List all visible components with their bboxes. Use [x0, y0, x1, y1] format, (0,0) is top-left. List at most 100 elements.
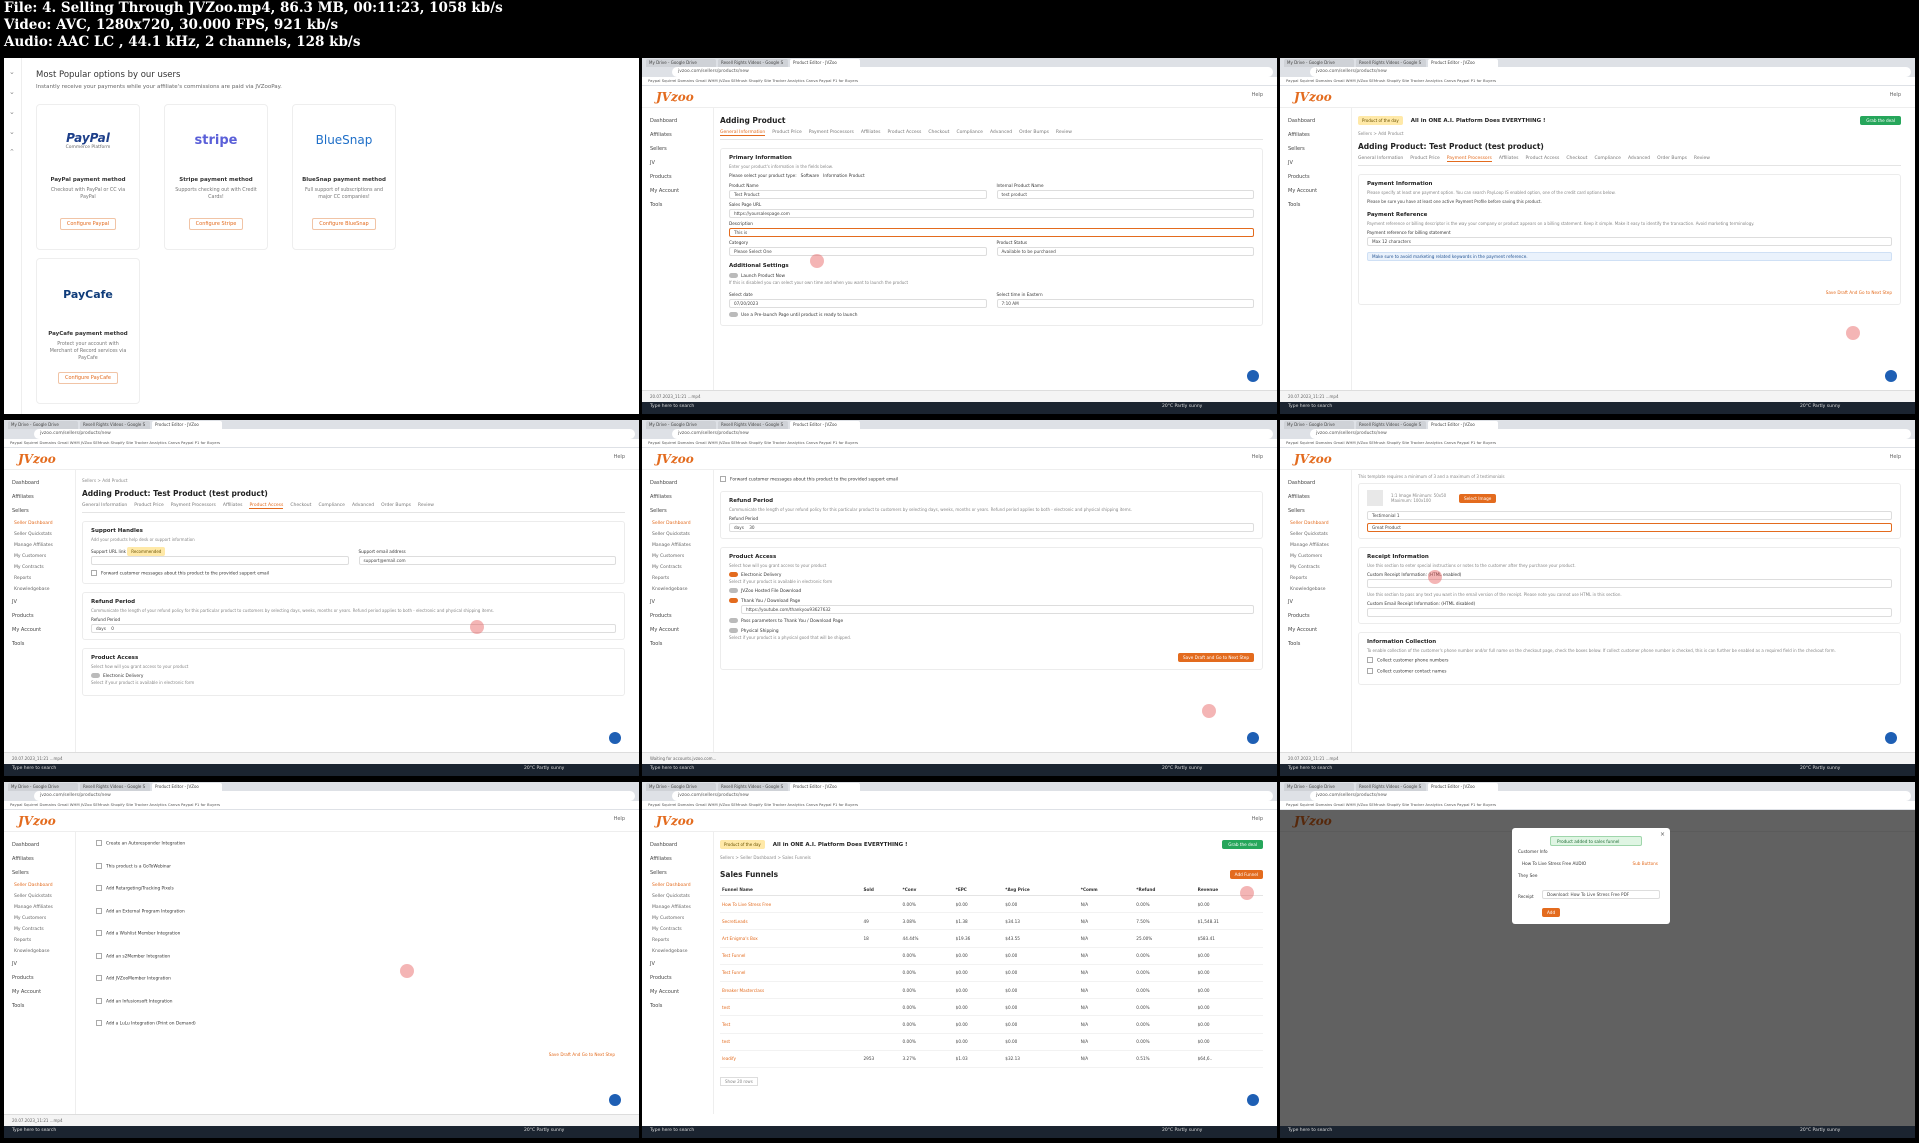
sidebar-item-sellers[interactable]: Sellers — [1288, 504, 1351, 518]
sidebar-item-seller-quickstats[interactable]: Seller Quickstats — [650, 529, 713, 540]
grab-deal-button[interactable]: Grab the deal — [1860, 116, 1901, 125]
collect-phone-checkbox[interactable]: Collect customer phone numbers — [1367, 657, 1892, 664]
sidebar-item-manage-affiliates[interactable]: Manage Affiliates — [650, 540, 713, 551]
sidebar-item-dashboard[interactable]: Dashboard — [1288, 114, 1351, 128]
sidebar-item-sellers[interactable]: Sellers — [650, 142, 713, 156]
sidebar-item-dashboard[interactable]: Dashboard — [650, 476, 713, 490]
sidebar-item-manage-affiliates[interactable]: Manage Affiliates — [12, 540, 75, 551]
sidebar-item-my-customers[interactable]: My Customers — [650, 913, 713, 924]
jvzoo-logo[interactable]: JVzoo — [18, 452, 56, 466]
funnel-name-link[interactable]: Breaker Masterclass — [720, 981, 862, 1000]
sidebar-item-dashboard[interactable]: Dashboard — [650, 114, 713, 128]
help-link[interactable]: Help — [614, 816, 625, 822]
browser-tab[interactable]: Product Editor - JVZoo — [790, 421, 860, 429]
sidebar-item-seller-quickstats[interactable]: Seller Quickstats — [12, 891, 75, 902]
tab-general-information[interactable]: General Information — [720, 130, 766, 136]
integration-external-checkbox[interactable]: Add an External Program Integration — [96, 908, 625, 914]
configure-stripe-button[interactable]: Configure Stripe — [188, 218, 244, 230]
browser-tab[interactable]: Product Editor - JVZoo — [790, 59, 860, 67]
tab-payment-processors[interactable]: Payment Processors — [171, 503, 216, 509]
tab-review[interactable]: Review — [1694, 156, 1710, 162]
sidebar-item-manage-affiliates[interactable]: Manage Affiliates — [12, 902, 75, 913]
sidebar-item-jv[interactable]: JV — [1288, 156, 1351, 170]
sidebar-item-my-contracts[interactable]: My Contracts — [12, 562, 75, 573]
sidebar-item-seller-quickstats[interactable]: Seller Quickstats — [1288, 529, 1351, 540]
taskbar-search[interactable]: Type here to search — [1288, 404, 1332, 409]
table-row[interactable]: test 0.00% $0.00 $0.00 N/A 0.00% $0.00 — [720, 1033, 1263, 1051]
sidebar-item-knowledgebase[interactable]: Knowledgebase — [650, 584, 713, 595]
sidebar-item-products[interactable]: Products — [1288, 609, 1351, 623]
sidebar-item-my-contracts[interactable]: My Contracts — [12, 924, 75, 935]
funnel-name-link[interactable]: test — [720, 1033, 862, 1051]
sidebar-item-jv[interactable]: JV — [12, 957, 75, 971]
sidebar-item-knowledgebase[interactable]: Knowledgebase — [1288, 584, 1351, 595]
payment-reference-input[interactable]: Max 12 characters — [1367, 237, 1892, 246]
support-url-input[interactable] — [91, 556, 349, 565]
testimonial-text-input[interactable]: Great Product — [1367, 523, 1892, 532]
sidebar-item-manage-affiliates[interactable]: Manage Affiliates — [1288, 540, 1351, 551]
sidebar-item-seller-quickstats[interactable]: Seller Quickstats — [650, 891, 713, 902]
integration-gotowebinar-checkbox[interactable]: This product is a GoToWebinar — [96, 863, 625, 869]
sidebar-item-affiliates[interactable]: Affiliates — [12, 490, 75, 504]
funnel-name-link[interactable]: How To Live Stress Free — [720, 895, 862, 914]
sidebar-item-dashboard[interactable]: Dashboard — [1288, 476, 1351, 490]
forward-messages-checkbox[interactable]: Forward customer messages about this pro… — [720, 476, 1263, 483]
browser-tab[interactable]: My Drive - Google Drive — [8, 421, 78, 429]
browser-tab[interactable]: Product Editor - JVZoo — [1428, 421, 1498, 429]
tab-affiliates[interactable]: Affiliates — [1499, 156, 1519, 162]
physical-shipping-toggle[interactable] — [729, 627, 738, 633]
sales-url-input[interactable]: https://yoursalespage.com — [729, 209, 1254, 218]
jvzoo-logo[interactable]: JVzoo — [656, 452, 694, 466]
chevron-down-icon[interactable]: ⌄ — [9, 68, 21, 78]
integration-autoresponder-checkbox[interactable]: Create an Autoresponder Integration — [96, 840, 625, 847]
chevron-up-icon[interactable]: ⌃ — [9, 148, 21, 158]
configure-paypal-button[interactable]: Configure Paypal — [59, 218, 117, 230]
browser-tab[interactable]: Product Editor - JVZoo — [152, 421, 222, 429]
custom-receipt-text-input[interactable] — [1367, 608, 1892, 617]
sidebar-item-affiliates[interactable]: Affiliates — [12, 852, 75, 866]
chat-bubble-icon[interactable] — [1247, 1094, 1259, 1106]
chat-bubble-icon[interactable] — [1247, 370, 1259, 382]
address-bar[interactable]: jvzoo.com/sellers/products/new — [1310, 429, 1911, 439]
sidebar-item-my-account[interactable]: My Account — [1288, 623, 1351, 637]
browser-tab[interactable]: Product Editor - JVZoo — [790, 783, 860, 791]
table-row[interactable]: Test Funnel 0.00% $0.00 $0.00 N/A 0.00% $0.00 — [720, 964, 1263, 982]
status-select[interactable]: Available to be purchased — [996, 247, 1254, 256]
receipt-select[interactable]: Download: How To Live Stress Free PDF — [1542, 890, 1660, 899]
sidebar-item-affiliates[interactable]: Affiliates — [650, 128, 713, 142]
tab-product-price[interactable]: Product Price — [1410, 156, 1440, 162]
type-information-radio[interactable]: Information Product — [823, 173, 864, 178]
sidebar-item-seller-quickstats[interactable]: Seller Quickstats — [12, 529, 75, 540]
select-image-button[interactable]: Select Image — [1459, 493, 1497, 503]
category-select[interactable]: Please Select One — [729, 247, 987, 256]
add-funnel-button[interactable]: Add Funnel — [1229, 869, 1263, 879]
browser-tab[interactable]: Resell Rights Videos - Google S — [718, 783, 788, 791]
sidebar-item-my-customers[interactable]: My Customers — [650, 551, 713, 562]
address-bar[interactable]: jvzoo.com/sellers/products/new — [34, 791, 635, 801]
taskbar-search[interactable]: Type here to search — [1288, 1128, 1332, 1133]
sidebar-item-affiliates[interactable]: Affiliates — [1288, 490, 1351, 504]
pass-parameters-toggle[interactable] — [729, 617, 738, 623]
funnel-name-link[interactable]: Art Enigma's Box — [720, 929, 862, 948]
sidebar-item-sellers[interactable]: Sellers — [650, 866, 713, 880]
taskbar-search[interactable]: Type here to search — [650, 766, 694, 771]
sidebar-item-tools[interactable]: Tools — [650, 999, 713, 1013]
sidebar-item-knowledgebase[interactable]: Knowledgebase — [12, 584, 75, 595]
help-link[interactable]: Help — [1252, 92, 1263, 98]
configure-bluesnap-button[interactable]: Configure BlueSnap — [312, 218, 376, 230]
time-input[interactable]: 7:10 AM — [996, 299, 1254, 308]
tab-product-access[interactable]: Product Access — [249, 503, 284, 509]
sidebar-item-dashboard[interactable]: Dashboard — [12, 476, 75, 490]
sidebar-item-jv[interactable]: JV — [1288, 595, 1351, 609]
sidebar-item-my-account[interactable]: My Account — [12, 985, 75, 999]
jvzoo-logo[interactable]: JVzoo — [18, 814, 56, 828]
table-row[interactable]: Art Enigma's Box 18 44.44% $19.36 $43.55 N/A 2… — [720, 929, 1263, 948]
chat-bubble-icon[interactable] — [1885, 370, 1897, 382]
chevron-down-icon[interactable]: ⌄ — [9, 128, 21, 138]
funnel-name-link[interactable]: Test — [720, 1015, 862, 1034]
type-software-radio[interactable]: Software — [801, 173, 819, 178]
taskbar-search[interactable]: Type here to search — [1288, 766, 1332, 771]
rows-per-page-select[interactable]: Show 20 rows — [720, 1076, 758, 1086]
integration-infusionsoft-checkbox[interactable]: Add an Infusionsoft Integration — [96, 998, 625, 1004]
sidebar-item-my-contracts[interactable]: My Contracts — [650, 924, 713, 935]
